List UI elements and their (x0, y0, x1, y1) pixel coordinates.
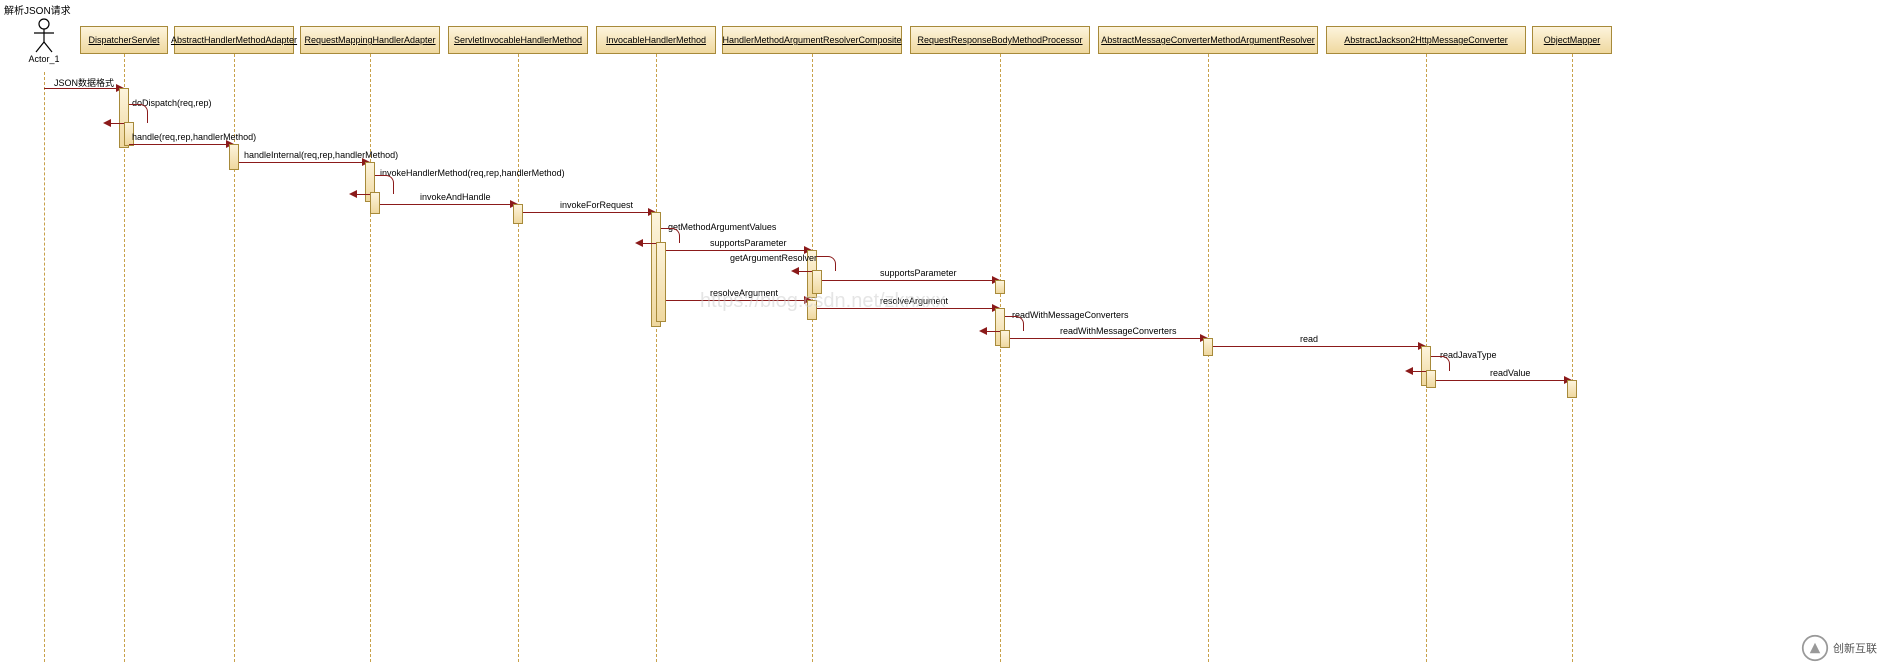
message-read: read (1300, 334, 1318, 344)
activation-p7-3 (1000, 330, 1010, 348)
activation-p7-1 (995, 280, 1005, 294)
arrow-m13 (817, 308, 994, 309)
diagram-title: 解析JSON请求 (4, 2, 71, 17)
actor-label: Actor_1 (28, 54, 59, 64)
activation-p6-3 (807, 300, 817, 320)
message-supports-parameter-1: supportsParameter (710, 238, 787, 248)
arrow-m4 (239, 162, 364, 163)
message-read-with-message-converters-2: readWithMessageConverters (1060, 326, 1177, 336)
lifeline-p5 (656, 54, 657, 662)
message-handle-internal: handleInternal(req,rep,handlerMethod) (244, 150, 398, 160)
self-call-do-dispatch (129, 104, 148, 123)
lifeline-p3 (370, 54, 371, 662)
participant-object-mapper: ObjectMapper (1532, 26, 1612, 54)
actor-stick-figure: Actor_1 (26, 18, 62, 64)
activation-p2 (229, 144, 239, 170)
arrow-m16 (1213, 346, 1420, 347)
lifeline-p7 (1000, 54, 1001, 662)
message-read-with-message-converters-1: readWithMessageConverters (1012, 310, 1129, 320)
activation-p4 (513, 204, 523, 224)
self-call-read-with-message-converters (1005, 316, 1024, 331)
sequence-diagram-canvas: 解析JSON请求 Actor_1 DispatcherServlet Abstr… (0, 0, 1887, 672)
arrow-m12 (666, 300, 806, 301)
message-handle: handle(req,rep,handlerMethod) (132, 132, 256, 142)
arrow-m1 (44, 88, 118, 89)
lifeline-p8 (1208, 54, 1209, 662)
message-resolve-argument-2: resolveArgument (880, 296, 948, 306)
self-call-read-java-type (1431, 356, 1450, 371)
message-invoke-for-request: invokeForRequest (560, 200, 633, 210)
participant-handler-method-argument-resolver-composite: HandlerMethodArgumentResolverComposite (722, 26, 902, 54)
participant-invocable-handler-method: InvocableHandlerMethod (596, 26, 716, 54)
arrow-m6 (380, 204, 512, 205)
arrow-m9 (666, 250, 806, 251)
message-resolve-argument-1: resolveArgument (710, 288, 778, 298)
lifeline-p6 (812, 54, 813, 662)
message-get-argument-resolver: getArgumentResolver (730, 253, 817, 263)
message-get-method-argument-values: getMethodArgumentValues (668, 222, 776, 232)
lifeline-p4 (518, 54, 519, 662)
participant-request-mapping-handler-adapter: RequestMappingHandlerAdapter (300, 26, 440, 54)
brand-logo-text: 创新互联 (1833, 640, 1877, 656)
activation-p9-2 (1426, 370, 1436, 388)
self-call-get-argument-resolver (817, 256, 836, 271)
arrow-m7 (523, 212, 650, 213)
arrow-m11 (822, 280, 994, 281)
participant-abstract-jackson2-http-message-converter: AbstractJackson2HttpMessageConverter (1326, 26, 1526, 54)
participant-request-response-body-method-processor: RequestResponseBodyMethodProcessor (910, 26, 1090, 54)
message-invoke-and-handle: invokeAndHandle (420, 192, 491, 202)
arrow-m18 (1436, 380, 1566, 381)
participant-dispatcher-servlet: DispatcherServlet (80, 26, 168, 54)
message-supports-parameter-2: supportsParameter (880, 268, 957, 278)
participant-abstract-message-converter-method-argument-resolver: AbstractMessageConverterMethodArgumentRe… (1098, 26, 1318, 54)
arrow-m15 (1010, 338, 1202, 339)
brand-logo: 创新互联 (1801, 634, 1877, 662)
activation-p8 (1203, 338, 1213, 356)
arrow-m3 (129, 144, 228, 145)
self-call-get-method-argument-values (661, 228, 680, 243)
participant-servlet-invocable-handler-method: ServletInvocableHandlerMethod (448, 26, 588, 54)
participant-abstract-handler-method-adapter: AbstractHandlerMethodAdapter (174, 26, 294, 54)
activation-p10 (1567, 380, 1577, 398)
message-read-value: readValue (1490, 368, 1530, 378)
activation-p6-2 (812, 270, 822, 294)
lifeline-p10 (1572, 54, 1573, 662)
lifeline-actor (44, 72, 45, 662)
activation-p5-2 (656, 242, 666, 322)
message-invoke-handler-method: invokeHandlerMethod(req,rep,handlerMetho… (380, 168, 565, 178)
activation-p3-2 (370, 192, 380, 214)
